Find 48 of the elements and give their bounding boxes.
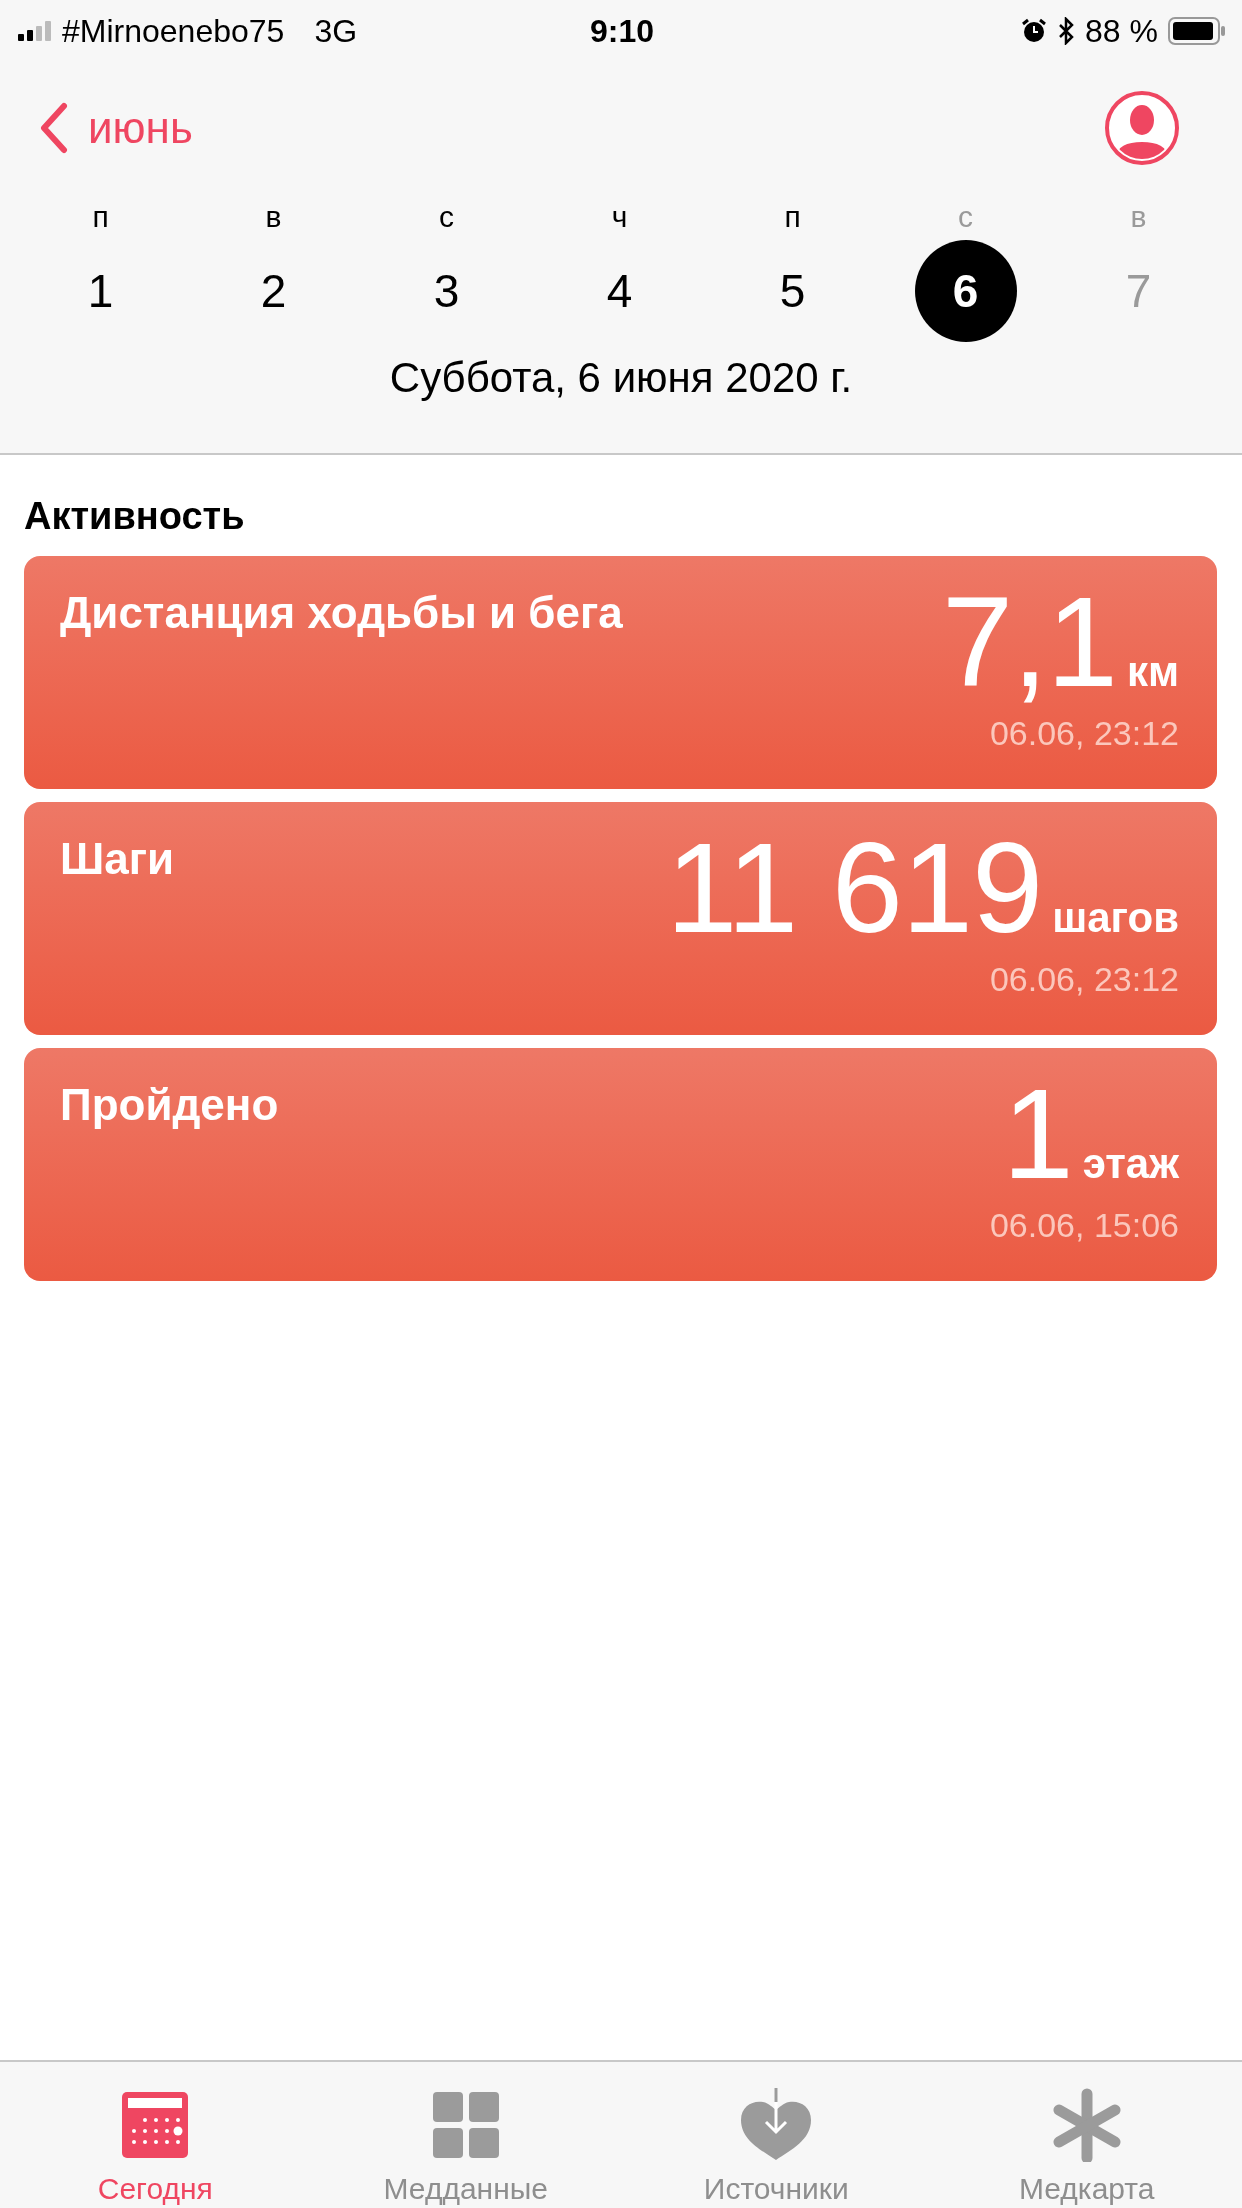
bluetooth-icon xyxy=(1057,17,1076,45)
tab-button[interactable]: Медданные xyxy=(310,2062,621,2208)
weekday-letter: с xyxy=(439,199,454,235)
day-number[interactable]: 6 xyxy=(914,240,1017,342)
network-type: 3G xyxy=(314,12,358,50)
section-title: Активность xyxy=(24,495,246,538)
battery-percent: 88 % xyxy=(1085,12,1158,50)
battery-icon xyxy=(1168,17,1226,45)
metric-value: 7,1 xyxy=(941,578,1117,706)
weekday-letter: п xyxy=(784,199,801,235)
back-button[interactable]: июнь xyxy=(38,102,193,154)
weekday-letter: с xyxy=(958,199,973,235)
metric-value: 11 619 xyxy=(666,824,1043,952)
day-number[interactable]: 5 xyxy=(741,240,844,342)
weekday-letter: в xyxy=(265,199,282,235)
alarm-clock-icon xyxy=(1021,18,1048,44)
clock-time: 9:10 xyxy=(589,12,654,49)
heart-download-icon xyxy=(741,2088,812,2162)
day-number[interactable]: 1 xyxy=(49,240,152,342)
weekday-letter: в xyxy=(1130,199,1147,235)
chevron-left-icon xyxy=(38,102,68,154)
timestamp: 06.06, 15:06 xyxy=(989,1206,1179,1245)
activity-card[interactable]: Дистанция ходьбы и бега 7,1 км 06.06, 23:12 xyxy=(24,556,1217,789)
metric-unit: шагов xyxy=(1052,897,1179,939)
day-number[interactable]: 3 xyxy=(395,240,498,342)
day-number[interactable]: 2 xyxy=(222,240,325,342)
weekday-letter: п xyxy=(92,199,109,235)
tab-button[interactable]: Сегодня xyxy=(0,2062,311,2208)
asterisk-icon xyxy=(1051,2088,1122,2162)
day-number[interactable]: 7 xyxy=(1087,240,1190,342)
card-title: Пройдено xyxy=(60,1079,279,1131)
card-title: Дистанция ходьбы и бега xyxy=(60,587,623,639)
metric-value: 1 xyxy=(1002,1070,1073,1198)
profile-avatar-icon xyxy=(1104,90,1180,166)
tab-button[interactable]: Источники xyxy=(621,2062,932,2208)
carrier-name: #Mirnoenebo75 xyxy=(62,12,285,50)
activity-card[interactable]: Пройдено 1 этаж 06.06, 15:06 xyxy=(24,1048,1217,1281)
day-number[interactable]: 4 xyxy=(568,240,671,342)
tab-button[interactable]: Медкарта xyxy=(931,2062,1242,2208)
metric-unit: км xyxy=(1126,651,1179,693)
activity-card[interactable]: Шаги 11 619 шагов 06.06, 23:12 xyxy=(24,802,1217,1035)
metric-unit: этаж xyxy=(1082,1143,1179,1185)
timestamp: 06.06, 23:12 xyxy=(989,960,1179,999)
weekday-letter: ч xyxy=(611,199,628,235)
card-title: Шаги xyxy=(60,833,175,885)
date-label: Суббота, 6 июня 2020 г. xyxy=(388,354,854,402)
signal-icon xyxy=(18,21,52,41)
timestamp: 06.06, 23:12 xyxy=(989,714,1179,753)
